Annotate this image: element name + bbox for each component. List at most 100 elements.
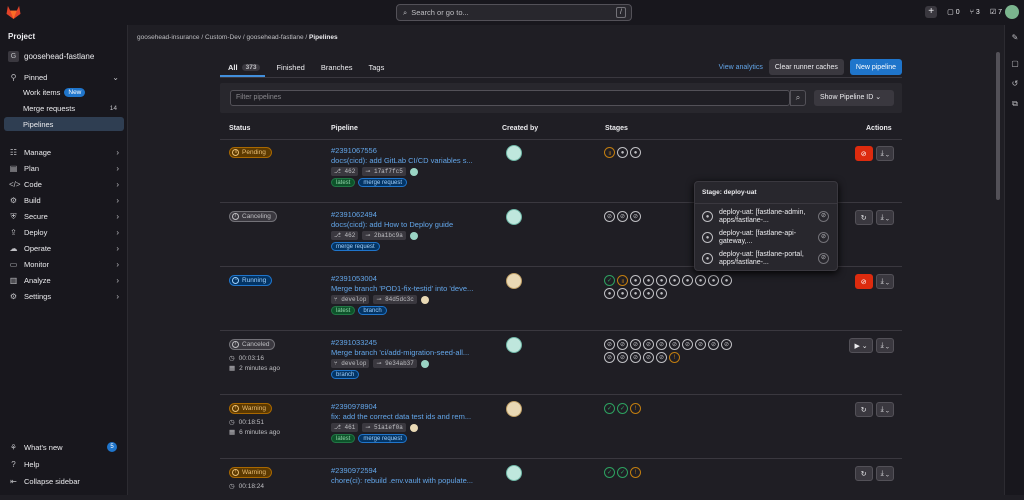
edit-icon[interactable]: ✎: [1010, 33, 1020, 43]
sidebar-item-monitor[interactable]: ▭ Monitor ›: [0, 257, 127, 271]
sidebar-item-plan[interactable]: ▤ Plan ›: [0, 161, 127, 175]
pipeline-id-link[interactable]: #2390972594: [331, 466, 377, 475]
stage-canceled-icon[interactable]: ⊘: [630, 211, 641, 222]
stage-created-icon[interactable]: ●: [643, 275, 654, 286]
cancel-job-icon[interactable]: ⊘: [818, 232, 829, 243]
new-pipeline-button[interactable]: New pipeline: [849, 59, 902, 75]
stage-passed-icon[interactable]: ✓: [617, 467, 628, 478]
help-button[interactable]: ? Help: [0, 457, 127, 471]
commit-sha[interactable]: ⊸ 51a1ef0a: [362, 423, 406, 432]
stage-canceled-icon[interactable]: ⊘: [630, 339, 641, 350]
tab-branches[interactable]: Branches: [313, 60, 361, 74]
ref-chip[interactable]: ⑂ develop: [331, 295, 370, 304]
stage-created-icon[interactable]: ●: [656, 275, 667, 286]
download-artifacts-button[interactable]: ⤓ ⌄: [875, 338, 894, 353]
stage-created-icon[interactable]: ●: [617, 288, 628, 299]
stage-canceled-icon[interactable]: ⊘: [604, 352, 615, 363]
tab-tags[interactable]: Tags: [361, 60, 393, 74]
merge-requests-button[interactable]: ⑂ 3: [970, 9, 980, 16]
search-input[interactable]: ⌕ Search or go to... /: [396, 4, 632, 21]
cancel-pipeline-button[interactable]: ⊘: [854, 274, 873, 289]
stage-canceled-icon[interactable]: ⊘: [708, 339, 719, 350]
sidebar-item-deploy[interactable]: ⇪ Deploy ›: [0, 225, 127, 239]
stage-created-icon[interactable]: ●: [669, 275, 680, 286]
ref-chip[interactable]: ⑂ develop: [331, 359, 370, 368]
stage-canceled-icon[interactable]: ⊘: [617, 211, 628, 222]
filter-pipelines-input[interactable]: Filter pipelines: [230, 90, 790, 106]
pipeline-title-link[interactable]: Merge branch 'POD1-fix-testid' into 'dev…: [331, 284, 473, 293]
whats-new-button[interactable]: ⚘ What's new 5: [0, 440, 127, 454]
download-artifacts-button[interactable]: ⤓ ⌄: [875, 402, 894, 417]
cancel-pipeline-button[interactable]: ⊘: [854, 146, 873, 161]
tab-finished[interactable]: Finished: [268, 60, 312, 74]
stage-created-icon[interactable]: ●: [708, 275, 719, 286]
sidebar-item-secure[interactable]: ⛨ Secure ›: [0, 209, 127, 223]
search-icon[interactable]: ⌕: [790, 90, 806, 106]
download-artifacts-button[interactable]: ⤓ ⌄: [875, 274, 894, 289]
sidebar-item-work-items[interactable]: Work items New: [4, 85, 124, 99]
stage-warning-icon[interactable]: !: [630, 467, 641, 478]
ref-chip[interactable]: ⎇ 462: [331, 231, 359, 240]
ref-chip[interactable]: ⎇ 462: [331, 167, 359, 176]
stage-canceled-icon[interactable]: ⊘: [630, 352, 641, 363]
show-pipeline-id-dropdown[interactable]: Show Pipeline ID ⌄: [814, 90, 894, 106]
stage-canceled-icon[interactable]: ⊘: [617, 339, 628, 350]
gitlab-logo-icon[interactable]: [6, 5, 21, 19]
pipeline-title-link[interactable]: fix: add the correct data test ids and r…: [331, 412, 471, 421]
user-avatar[interactable]: [1005, 5, 1019, 19]
collapse-sidebar-button[interactable]: ⇤ Collapse sidebar: [0, 474, 127, 488]
sidebar-item-analyze[interactable]: ▥ Analyze ›: [0, 273, 127, 287]
stage-canceled-icon[interactable]: ⊘: [721, 339, 732, 350]
stage-passed-icon[interactable]: ✓: [617, 403, 628, 414]
stage-canceled-icon[interactable]: ⊘: [617, 352, 628, 363]
creator-avatar[interactable]: [506, 465, 522, 481]
pipeline-id-link[interactable]: #2391033245: [331, 338, 377, 347]
sidebar-item-pinned[interactable]: ⚲ Pinned ⌄: [0, 70, 127, 84]
status-badge[interactable]: ॥ Pending: [229, 147, 272, 158]
stage-created-icon[interactable]: ●: [630, 288, 641, 299]
stage-job-item[interactable]: ● deploy-uat: [fastlane-portal, apps/fast…: [702, 251, 832, 269]
creator-avatar[interactable]: [506, 273, 522, 289]
ref-chip[interactable]: ⎇ 461: [331, 423, 359, 432]
stage-created-icon[interactable]: ●: [695, 275, 706, 286]
play-manual-jobs-button[interactable]: ▶ ⌄: [849, 338, 873, 353]
stage-canceled-icon[interactable]: ⊘: [643, 352, 654, 363]
stage-created-icon[interactable]: ●: [721, 275, 732, 286]
pipeline-id-link[interactable]: #2391067556: [331, 146, 377, 155]
breadcrumb-subgroup[interactable]: Custom-Dev: [205, 34, 241, 41]
pipeline-title-link[interactable]: Merge branch 'ci/add-migration-seed-all.…: [331, 348, 469, 357]
stage-canceled-icon[interactable]: ⊘: [604, 211, 615, 222]
todos-button[interactable]: ☑ 7: [990, 8, 1002, 17]
stage-job-item[interactable]: ● deploy-uat: [fastlane-api-gateway,... ⊘: [702, 230, 832, 248]
retry-pipeline-button[interactable]: ↻: [854, 402, 873, 417]
view-analytics-link[interactable]: View analytics: [719, 64, 763, 71]
tab-all[interactable]: All 373: [220, 60, 268, 74]
commit-sha[interactable]: ⊸ 84d5dc3c: [373, 295, 417, 304]
stage-job-item[interactable]: ● deploy-uat: [fastlane-admin, apps/fastl…: [702, 209, 832, 227]
sidebar-item-operate[interactable]: ☁ Operate ›: [0, 241, 127, 255]
stage-created-icon[interactable]: ●: [630, 275, 641, 286]
cancel-job-icon[interactable]: ⊘: [818, 253, 829, 264]
history-icon[interactable]: ↺: [1010, 79, 1020, 89]
sidebar-item-merge-requests[interactable]: Merge requests 14: [4, 101, 124, 115]
sidebar-item-settings[interactable]: ⚙ Settings ›: [0, 289, 127, 303]
commit-author-avatar[interactable]: [420, 295, 429, 304]
issues-button[interactable]: ▢ 0: [947, 8, 960, 17]
stage-canceled-icon[interactable]: ⊘: [656, 352, 667, 363]
stage-created-icon[interactable]: ●: [656, 288, 667, 299]
project-switcher[interactable]: G goosehead-fastlane: [8, 51, 94, 62]
commit-author-avatar[interactable]: [409, 231, 418, 240]
commit-sha[interactable]: ⊸ 17af7fc5: [362, 167, 406, 176]
commit-sha[interactable]: ⊸ 2ba1bc9a: [362, 231, 406, 240]
stage-pending-icon[interactable]: ॥: [617, 275, 628, 286]
stage-created-icon[interactable]: ●: [604, 288, 615, 299]
retry-pipeline-button[interactable]: ↻: [854, 210, 873, 225]
stage-created-icon[interactable]: ●: [643, 288, 654, 299]
status-badge[interactable]: ! Warning: [229, 467, 272, 478]
stage-canceled-icon[interactable]: ⊘: [643, 339, 654, 350]
stage-passed-icon[interactable]: ✓: [604, 275, 615, 286]
creator-avatar[interactable]: [506, 209, 522, 225]
breadcrumb-group[interactable]: goosehead-insurance: [137, 34, 200, 41]
stage-pending-icon[interactable]: ॥: [604, 147, 615, 158]
download-artifacts-button[interactable]: ⤓ ⌄: [875, 466, 894, 481]
